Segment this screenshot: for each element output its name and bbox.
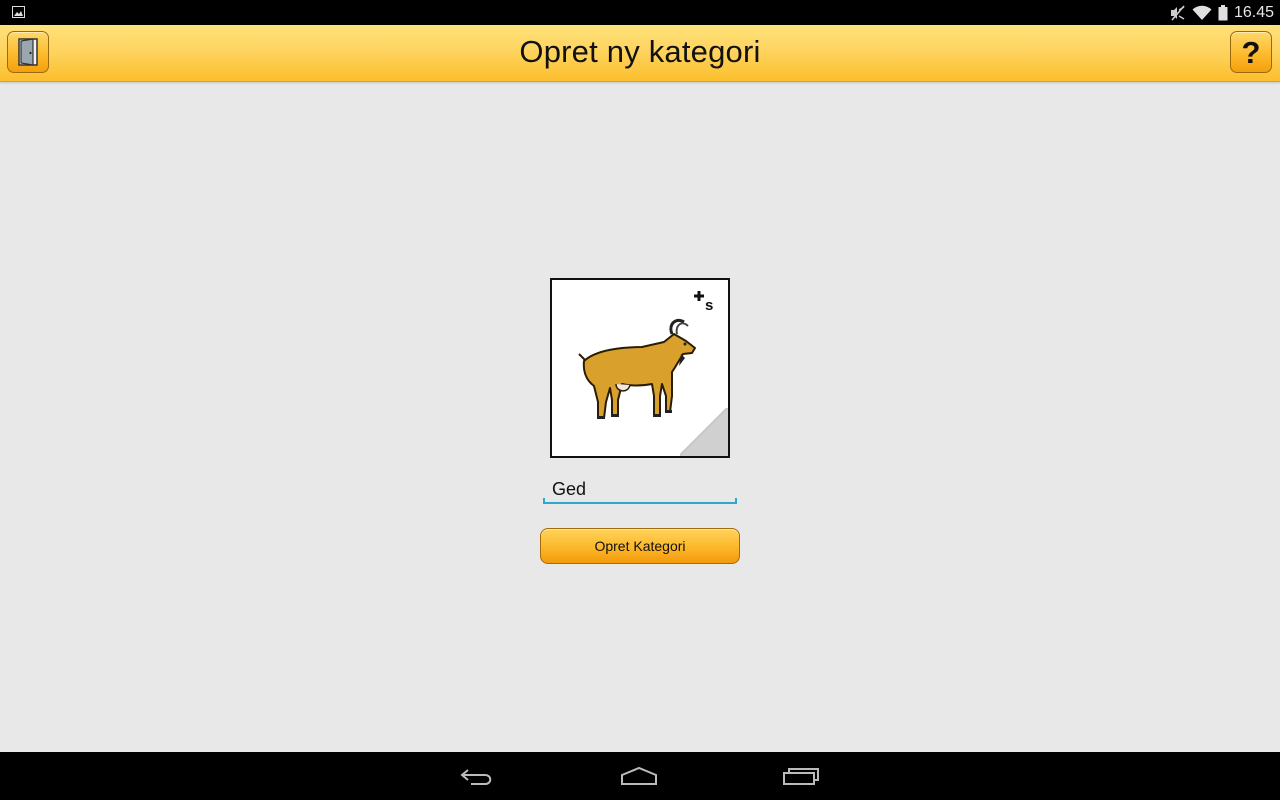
create-category-button[interactable]: Opret Kategori [540,528,740,564]
status-icons: 16.45 [1170,0,1274,25]
help-button[interactable]: ? [1230,31,1272,73]
help-icon: ? [1241,34,1261,70]
image-notification-icon [12,6,25,18]
home-button[interactable] [614,760,664,792]
back-button[interactable] [452,760,502,792]
input-underline [543,502,737,504]
page-curl-icon[interactable] [680,408,728,456]
app-window: 16.45 Opret ny kategori ? s Ged Opret Ka… [0,0,1280,800]
back-icon [460,769,492,785]
mute-icon [1170,4,1185,21]
recent-apps-icon [783,768,819,785]
battery-icon [1218,4,1228,20]
svg-text:s: s [705,297,713,312]
input-underline-right-tick [735,498,737,504]
status-time: 16.45 [1233,3,1274,21]
plus-s-icon: s [694,291,713,312]
home-icon [621,766,657,785]
wifi-icon [1192,5,1212,20]
action-bar: Opret ny kategori ? [0,25,1280,82]
navigation-bar [0,752,1280,800]
category-name-input[interactable] [543,474,737,505]
input-underline-left-tick [543,498,545,504]
status-bar: 16.45 [0,0,1280,25]
recent-apps-button[interactable] [776,760,826,792]
page-title: Opret ny kategori [519,34,761,69]
category-picture[interactable]: s [550,278,730,458]
